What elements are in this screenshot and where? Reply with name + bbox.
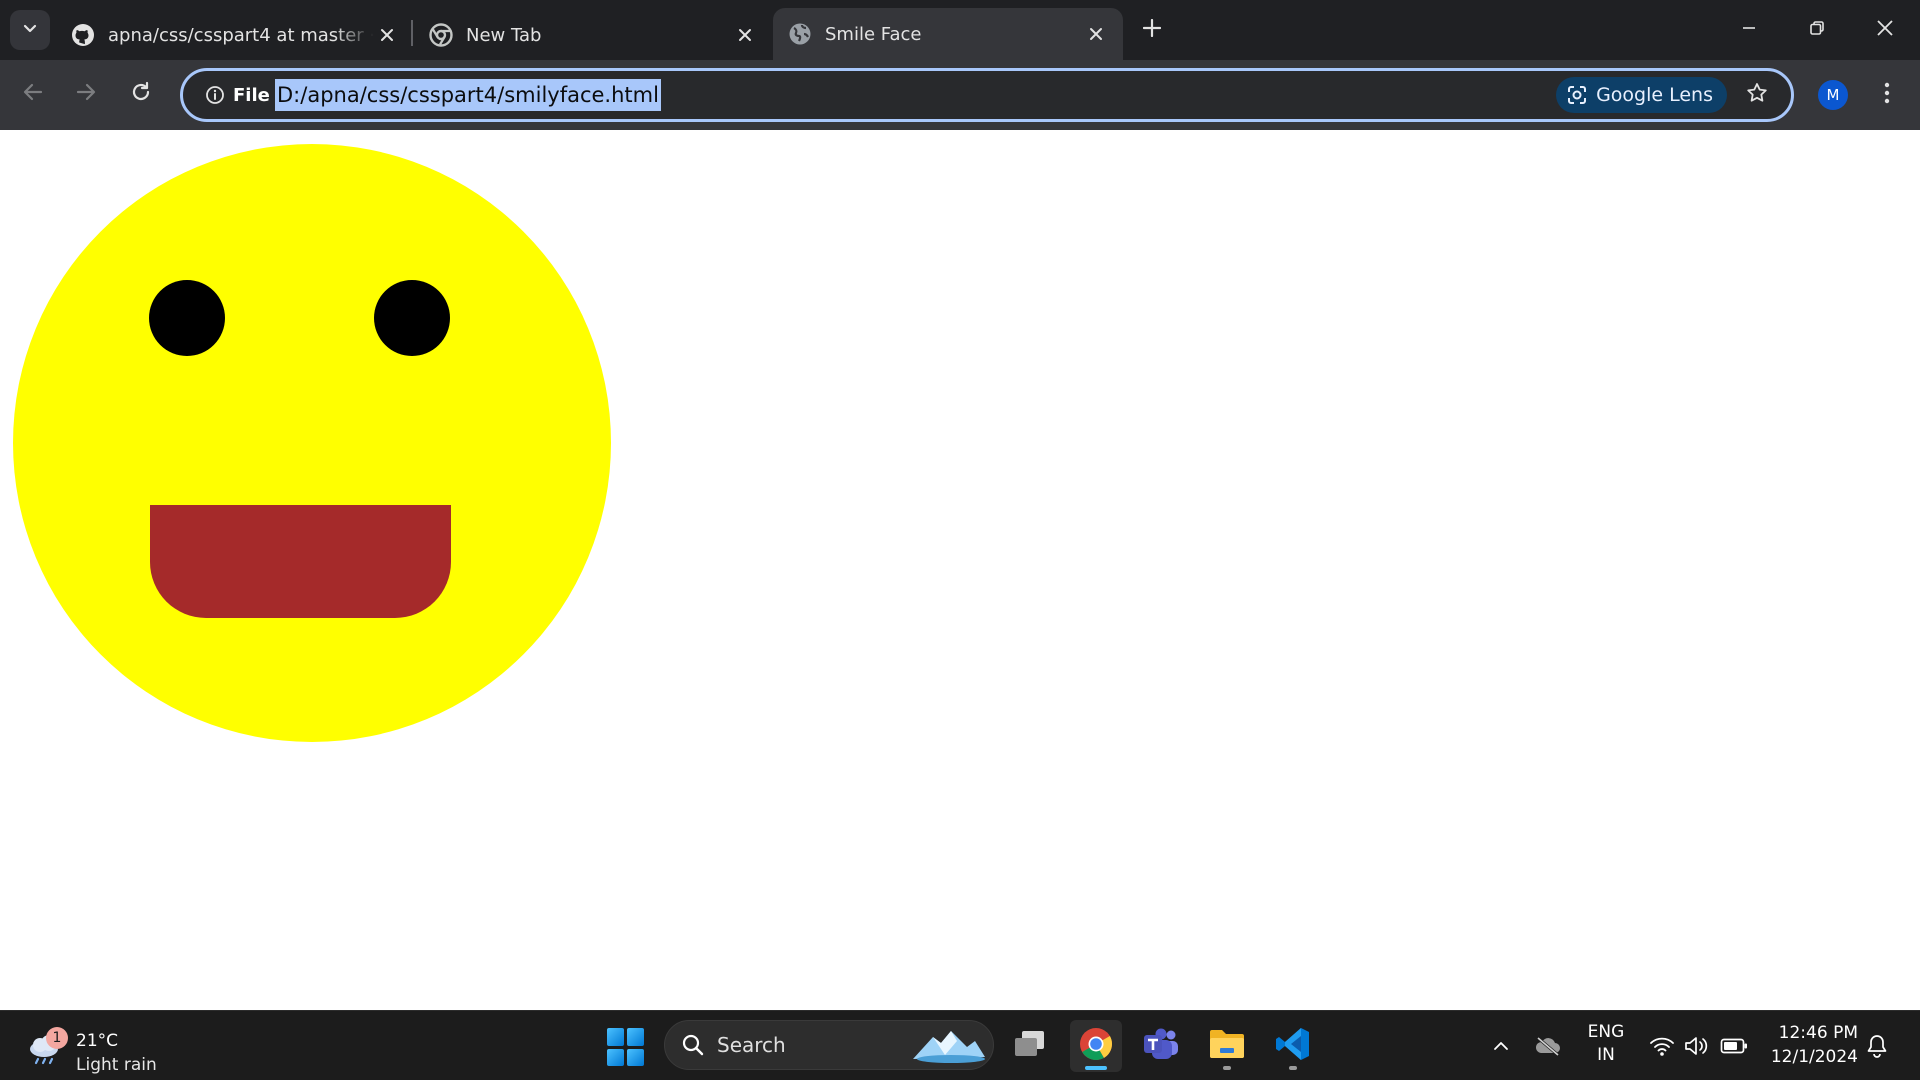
minimize-button[interactable] — [1726, 10, 1772, 50]
folder-icon — [1208, 1028, 1246, 1064]
arrow-left-icon — [22, 81, 44, 107]
clock[interactable]: 12:46 PM 12/1/2024 — [1762, 1021, 1858, 1069]
site-info-label: File — [233, 84, 270, 106]
lens-icon — [1566, 84, 1588, 106]
taskbar-search-label: Search — [717, 1033, 786, 1057]
running-indicator — [1223, 1066, 1231, 1070]
plus-icon — [1142, 18, 1162, 41]
tab-new-tab[interactable]: New Tab — [428, 10, 758, 60]
wifi-button[interactable] — [1647, 1033, 1677, 1063]
close-icon — [1876, 19, 1894, 41]
chevron-up-icon — [1492, 1037, 1510, 1059]
reload-button[interactable] — [121, 74, 161, 114]
show-hidden-icons-button[interactable] — [1486, 1033, 1516, 1063]
smiley-face — [13, 144, 611, 742]
left-eye — [149, 280, 225, 356]
taskbar-search[interactable]: Search — [664, 1020, 994, 1070]
tab-search-button[interactable] — [10, 10, 50, 50]
bookmark-button[interactable] — [1741, 79, 1773, 111]
minimize-icon — [1741, 20, 1757, 40]
github-icon — [70, 22, 96, 48]
star-icon — [1745, 81, 1769, 109]
wifi-icon — [1649, 1035, 1675, 1061]
globe-icon — [787, 21, 813, 47]
tab-title: Smile Face — [825, 23, 922, 45]
search-icon — [681, 1033, 705, 1057]
start-button[interactable] — [606, 1027, 646, 1067]
google-lens-label: Google Lens — [1596, 84, 1713, 106]
close-window-button[interactable] — [1862, 10, 1908, 50]
chevron-down-icon — [22, 20, 38, 40]
tab-title: apna/css/csspart4 at master · M — [108, 24, 374, 46]
active-indicator — [1085, 1066, 1107, 1070]
tab-smile-face[interactable]: Smile Face — [773, 8, 1123, 60]
page-viewport — [0, 130, 1920, 1010]
google-lens-button[interactable]: Google Lens — [1556, 77, 1727, 113]
tab-strip: apna/css/csspart4 at master · M New Tab … — [0, 0, 1920, 60]
close-icon[interactable] — [732, 22, 758, 48]
windows-logo-icon — [607, 1028, 624, 1046]
tab-github[interactable]: apna/css/csspart4 at master · M — [70, 10, 400, 60]
notifications-button[interactable] — [1862, 1033, 1892, 1063]
onedrive-offline-button[interactable] — [1533, 1033, 1563, 1063]
speaker-icon — [1683, 1035, 1709, 1061]
volume-button[interactable] — [1681, 1033, 1711, 1063]
tab-separator — [411, 20, 413, 46]
chrome-icon — [428, 22, 454, 48]
new-tab-button[interactable] — [1135, 13, 1169, 47]
clock-time: 12:46 PM — [1778, 1023, 1858, 1043]
taskbar-file-explorer[interactable] — [1201, 1020, 1253, 1072]
back-button[interactable] — [13, 74, 53, 114]
language-indicator[interactable]: ENG IN — [1580, 1021, 1632, 1067]
clock-date: 12/1/2024 — [1770, 1047, 1858, 1067]
running-indicator — [1289, 1066, 1297, 1070]
restore-button[interactable] — [1794, 10, 1840, 50]
vscode-icon — [1275, 1026, 1311, 1066]
forward-button[interactable] — [66, 74, 106, 114]
tab-title: New Tab — [466, 24, 542, 46]
address-bar[interactable]: File D:/apna/css/csspart4/smilyface.html… — [180, 68, 1794, 122]
search-highlight-icon — [911, 1027, 987, 1070]
taskbar-chrome[interactable] — [1070, 1020, 1122, 1072]
language-code: ENG — [1587, 1022, 1625, 1042]
cloud-offline-icon — [1535, 1035, 1561, 1061]
restore-icon — [1809, 20, 1825, 40]
arrow-right-icon — [75, 81, 97, 107]
battery-button[interactable] — [1719, 1033, 1749, 1063]
browser-toolbar: File D:/apna/css/csspart4/smilyface.html… — [0, 60, 1920, 130]
region-code: IN — [1597, 1045, 1615, 1065]
teams-icon — [1142, 1027, 1180, 1065]
url-text[interactable]: D:/apna/css/csspart4/smilyface.html — [275, 79, 661, 111]
close-icon[interactable] — [1083, 21, 1109, 47]
taskbar: 1 21°C Light rain Search ENG IN 12:46 PM… — [0, 1010, 1920, 1080]
task-view-icon — [1012, 1029, 1048, 1063]
browser-menu-button[interactable] — [1870, 78, 1904, 112]
reload-icon — [130, 81, 152, 107]
battery-icon — [1720, 1037, 1748, 1059]
right-eye — [374, 280, 450, 356]
chrome-icon — [1078, 1026, 1114, 1066]
weather-widget[interactable]: 1 21°C Light rain — [26, 1019, 176, 1075]
weather-badge: 1 — [46, 1027, 68, 1049]
kebab-menu-icon — [1884, 82, 1890, 108]
task-view-button[interactable] — [1004, 1020, 1056, 1072]
site-info-button[interactable]: File — [195, 79, 280, 111]
taskbar-vscode[interactable] — [1267, 1020, 1319, 1072]
mouth — [150, 505, 451, 618]
taskbar-teams[interactable] — [1135, 1020, 1187, 1072]
weather-description: Light rain — [76, 1055, 157, 1075]
weather-temperature: 21°C — [76, 1031, 119, 1051]
bell-icon — [1866, 1034, 1888, 1062]
close-icon[interactable] — [374, 22, 400, 48]
info-icon — [205, 85, 225, 105]
profile-avatar[interactable]: M — [1818, 80, 1848, 110]
